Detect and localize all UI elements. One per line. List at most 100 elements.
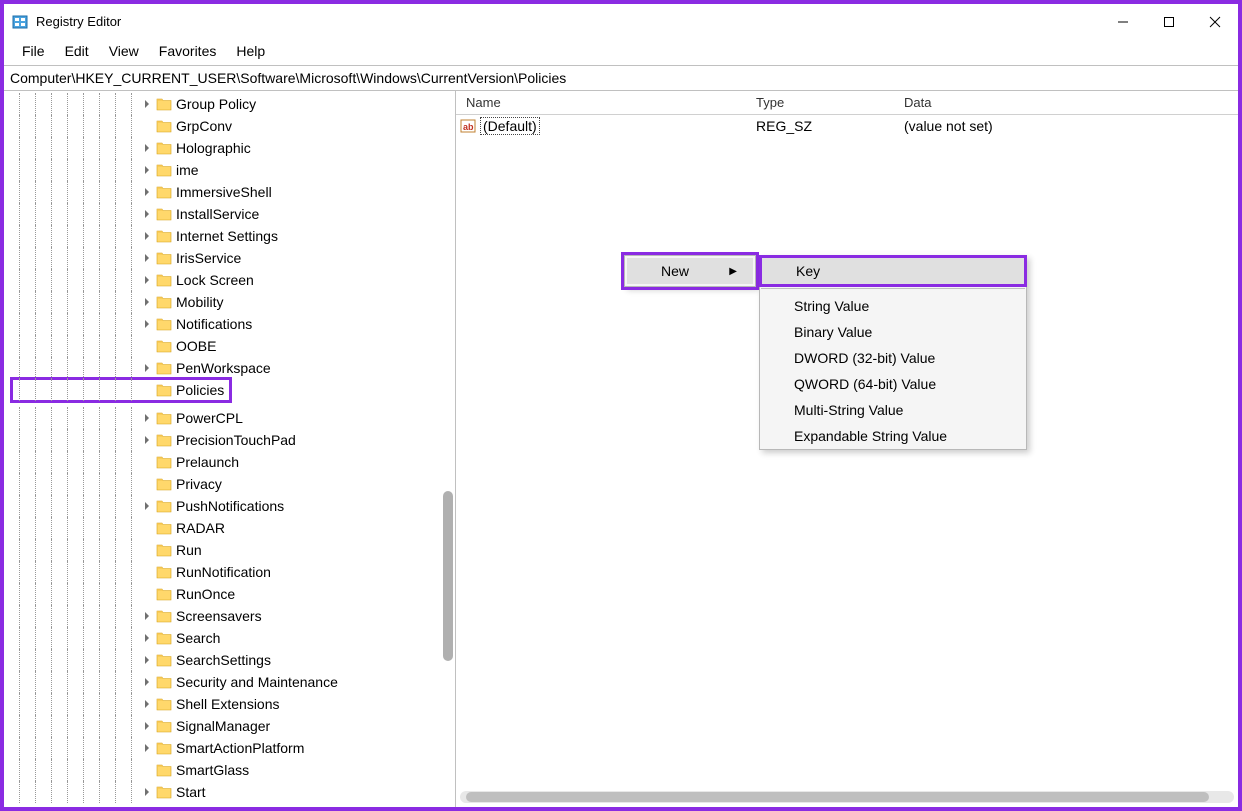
tree-item[interactable]: SmartGlass <box>12 759 455 781</box>
tree-item-label: GrpConv <box>176 115 236 137</box>
tree-item[interactable]: Holographic <box>12 137 455 159</box>
tree-item[interactable]: Notifications <box>12 313 455 335</box>
tree-item[interactable]: Shell Extensions <box>12 693 455 715</box>
folder-icon <box>156 251 172 265</box>
menu-file[interactable]: File <box>12 41 55 61</box>
folder-icon <box>156 97 172 111</box>
tree-item-label: Screensavers <box>176 605 266 627</box>
chevron-right-icon[interactable] <box>140 188 154 196</box>
context-item[interactable]: String Value <box>760 293 1026 319</box>
context-item[interactable]: Key <box>762 258 1024 284</box>
close-button[interactable] <box>1192 4 1238 39</box>
context-item[interactable]: Binary Value <box>760 319 1026 345</box>
tree-item[interactable]: PowerCPL <box>12 407 455 429</box>
chevron-right-icon[interactable] <box>140 788 154 796</box>
folder-icon <box>156 763 172 777</box>
context-item[interactable]: Multi-String Value <box>760 397 1026 423</box>
tree-item[interactable]: RunOnce <box>12 583 455 605</box>
chevron-right-icon[interactable] <box>140 744 154 752</box>
submenu-arrow-icon: ▶ <box>729 266 737 277</box>
tree-item[interactable]: OOBE <box>12 335 455 357</box>
chevron-right-icon[interactable] <box>140 414 154 422</box>
tree-pane: Group PolicyGrpConvHolographicimeImmersi… <box>4 91 456 807</box>
folder-icon <box>156 317 172 331</box>
tree-item[interactable]: InstallService <box>12 203 455 225</box>
tree-item-label: Privacy <box>176 473 226 495</box>
tree-item-label: ime <box>176 159 203 181</box>
tree-item[interactable]: PushNotifications <box>12 495 455 517</box>
chevron-right-icon[interactable] <box>140 210 154 218</box>
col-name[interactable]: Name <box>456 91 746 114</box>
tree-scrollbar[interactable] <box>443 491 453 661</box>
chevron-right-icon[interactable] <box>140 656 154 664</box>
chevron-right-icon[interactable] <box>140 722 154 730</box>
menu-help[interactable]: Help <box>226 41 275 61</box>
col-type[interactable]: Type <box>746 91 894 114</box>
chevron-right-icon[interactable] <box>140 100 154 108</box>
chevron-right-icon[interactable] <box>140 298 154 306</box>
tree-item[interactable]: Start <box>12 781 455 803</box>
tree-item[interactable]: Prelaunch <box>12 451 455 473</box>
chevron-right-icon[interactable] <box>140 276 154 284</box>
folder-icon <box>156 295 172 309</box>
tree-item[interactable]: Security and Maintenance <box>12 671 455 693</box>
context-item[interactable]: QWORD (64-bit) Value <box>760 371 1026 397</box>
tree-item[interactable]: GrpConv <box>12 115 455 137</box>
minimize-button[interactable] <box>1100 4 1146 39</box>
context-item-new[interactable]: New ▶ <box>627 258 753 284</box>
tree-item[interactable]: RADAR <box>12 517 455 539</box>
maximize-button[interactable] <box>1146 4 1192 39</box>
tree-item[interactable]: IrisService <box>12 247 455 269</box>
scrollbar-thumb[interactable] <box>466 792 1209 802</box>
tree-item[interactable]: Policies <box>12 379 230 401</box>
tree-item[interactable]: RunNotification <box>12 561 455 583</box>
folder-icon <box>156 119 172 133</box>
svg-text:ab: ab <box>463 122 474 132</box>
value-name: (Default) <box>480 117 540 135</box>
chevron-right-icon[interactable] <box>140 502 154 510</box>
tree-item[interactable]: SignalManager <box>12 715 455 737</box>
tree-item[interactable]: Run <box>12 539 455 561</box>
menu-edit[interactable]: Edit <box>55 41 99 61</box>
context-item[interactable]: Expandable String Value <box>760 423 1026 449</box>
menu-view[interactable]: View <box>99 41 149 61</box>
chevron-right-icon[interactable] <box>140 320 154 328</box>
folder-icon <box>156 185 172 199</box>
chevron-right-icon[interactable] <box>140 436 154 444</box>
address-bar[interactable]: Computer\HKEY_CURRENT_USER\Software\Micr… <box>4 65 1238 91</box>
tree-item[interactable]: Internet Settings <box>12 225 455 247</box>
tree-item[interactable]: Lock Screen <box>12 269 455 291</box>
chevron-right-icon[interactable] <box>140 634 154 642</box>
list-row[interactable]: ab (Default) REG_SZ (value not set) <box>456 115 1238 137</box>
tree-item[interactable]: Mobility <box>12 291 455 313</box>
chevron-right-icon[interactable] <box>140 364 154 372</box>
tree-item[interactable]: ime <box>12 159 455 181</box>
chevron-right-icon[interactable] <box>140 678 154 686</box>
chevron-right-icon[interactable] <box>140 144 154 152</box>
tree-item[interactable]: Screensavers <box>12 605 455 627</box>
tree-item[interactable]: Privacy <box>12 473 455 495</box>
folder-icon <box>156 455 172 469</box>
folder-icon <box>156 477 172 491</box>
tree-item-label: SearchSettings <box>176 649 275 671</box>
tree-item[interactable]: SearchSettings <box>12 649 455 671</box>
col-data[interactable]: Data <box>894 91 1238 114</box>
tree-item[interactable]: ImmersiveShell <box>12 181 455 203</box>
folder-icon <box>156 411 172 425</box>
chevron-right-icon[interactable] <box>140 254 154 262</box>
chevron-right-icon[interactable] <box>140 232 154 240</box>
tree-item[interactable]: Search <box>12 627 455 649</box>
tree-item[interactable]: SmartActionPlatform <box>12 737 455 759</box>
tree-item-label: Holographic <box>176 137 255 159</box>
chevron-right-icon[interactable] <box>140 166 154 174</box>
chevron-right-icon[interactable] <box>140 700 154 708</box>
menu-favorites[interactable]: Favorites <box>149 41 227 61</box>
tree-item[interactable]: Group Policy <box>12 93 455 115</box>
app-title: Registry Editor <box>36 14 121 29</box>
tree-item[interactable]: PrecisionTouchPad <box>12 429 455 451</box>
tree-item[interactable]: PenWorkspace <box>12 357 455 379</box>
chevron-right-icon[interactable] <box>140 612 154 620</box>
context-item[interactable]: DWORD (32-bit) Value <box>760 345 1026 371</box>
list-horizontal-scrollbar[interactable] <box>460 791 1234 803</box>
folder-icon <box>156 361 172 375</box>
